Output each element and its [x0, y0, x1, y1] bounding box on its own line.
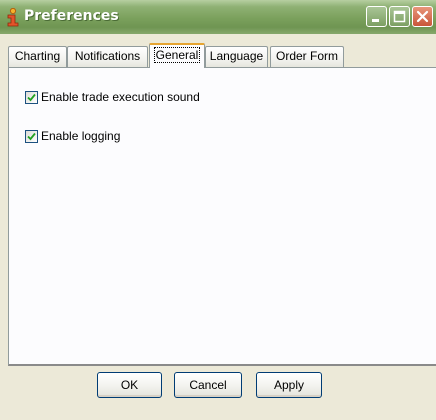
option-trade-execution-sound[interactable]: Enable trade execution sound	[25, 90, 200, 104]
tab-language[interactable]: Language	[205, 46, 268, 67]
trade-sound-checkbox[interactable]	[25, 90, 38, 104]
option-label: Enable logging	[41, 129, 121, 143]
tab-charting[interactable]: Charting	[8, 46, 67, 67]
logging-checkbox[interactable]	[25, 129, 38, 143]
tab-notifications[interactable]: Notifications	[67, 46, 148, 67]
maximize-button[interactable]	[389, 6, 410, 27]
title-bar[interactable]: Preferences	[0, 0, 436, 34]
tab-label: General	[153, 47, 201, 63]
cancel-button[interactable]: Cancel	[174, 372, 242, 398]
tab-general[interactable]: General	[149, 43, 205, 68]
preferences-window: Preferences Charting Notifications Gener…	[0, 0, 436, 420]
tab-strip: Charting Notifications General Language …	[0, 34, 436, 68]
option-enable-logging[interactable]: Enable logging	[25, 129, 120, 143]
ok-button[interactable]: OK	[97, 372, 162, 398]
check-mark-icon	[27, 93, 36, 101]
minimize-icon	[372, 19, 379, 22]
close-icon	[416, 10, 429, 23]
maximize-icon	[393, 10, 406, 23]
minimize-button[interactable]	[366, 6, 387, 27]
close-button[interactable]	[412, 6, 433, 27]
check-mark-icon	[27, 132, 36, 140]
apply-button[interactable]: Apply	[256, 372, 322, 398]
general-tab-panel: Enable trade execution sound Enable logg…	[8, 67, 436, 366]
tab-label: Order Form	[275, 49, 338, 63]
info-i-icon	[7, 8, 19, 27]
tab-label: Charting	[14, 49, 61, 63]
option-label: Enable trade execution sound	[41, 90, 200, 104]
window-title: Preferences	[24, 8, 119, 24]
tab-order-form[interactable]: Order Form	[270, 46, 344, 67]
tab-label: Language	[209, 49, 264, 63]
tab-label: Notifications	[74, 49, 141, 63]
